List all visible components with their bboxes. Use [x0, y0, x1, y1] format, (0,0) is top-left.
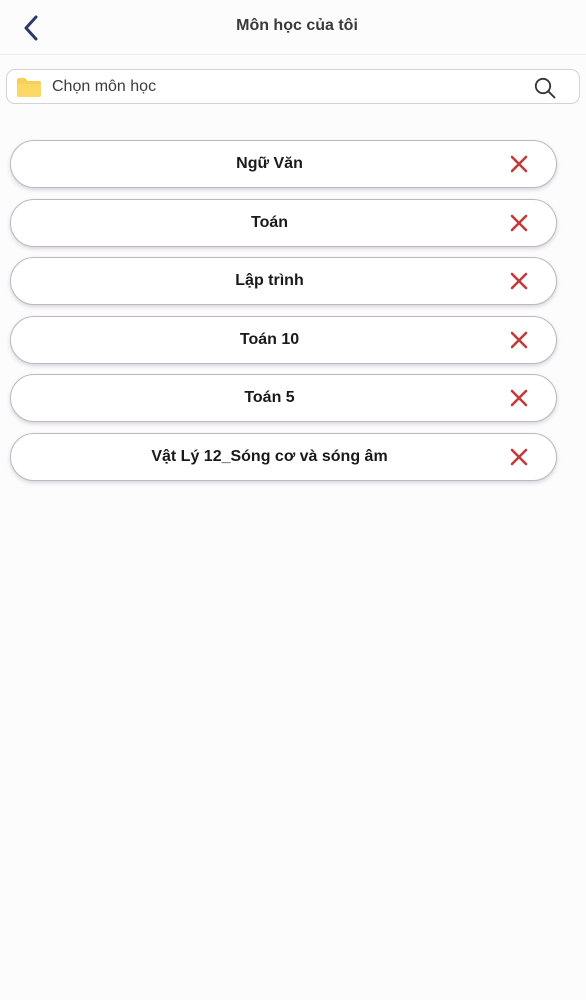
subject-name: Toán 10	[239, 330, 300, 348]
page-title: Môn học của tôi	[236, 17, 358, 34]
remove-subject-button[interactable]	[508, 270, 530, 292]
subject-name: Toán 5	[244, 389, 295, 407]
subject-list: Ngữ Văn Toán Lập trình Toán 10 Toán 5 Vậ…	[10, 140, 557, 492]
subject-item[interactable]: Toán 5	[10, 374, 557, 423]
remove-subject-button[interactable]	[508, 446, 530, 468]
subject-name: Lập trình	[235, 272, 304, 290]
subject-name: Vật Lý 12_Sóng cơ và sóng âm	[151, 447, 388, 465]
remove-subject-button[interactable]	[508, 387, 530, 409]
subject-item[interactable]: Vật Lý 12_Sóng cơ và sóng âm	[10, 432, 557, 481]
search-icon[interactable]	[533, 76, 557, 100]
remove-subject-button[interactable]	[508, 329, 530, 351]
subject-search-bar[interactable]	[6, 69, 580, 104]
subject-item[interactable]: Ngữ Văn	[10, 140, 557, 188]
subject-search-input[interactable]	[52, 77, 512, 96]
subject-item[interactable]: Toán 10	[10, 315, 557, 364]
subject-item[interactable]: Toán	[10, 198, 557, 247]
close-icon	[510, 272, 528, 290]
remove-subject-button[interactable]	[508, 153, 530, 175]
close-icon	[510, 448, 528, 466]
subject-name: Ngữ Văn	[236, 155, 303, 172]
folder-icon	[16, 76, 42, 98]
subject-item[interactable]: Lập trình	[10, 257, 557, 306]
header-bar: Môn học của tôi	[0, 0, 586, 55]
close-icon	[510, 390, 528, 407]
subject-name: Toán	[250, 213, 289, 231]
close-icon	[510, 155, 528, 173]
close-icon	[510, 214, 528, 231]
remove-subject-button[interactable]	[508, 212, 530, 234]
close-icon	[510, 331, 528, 349]
